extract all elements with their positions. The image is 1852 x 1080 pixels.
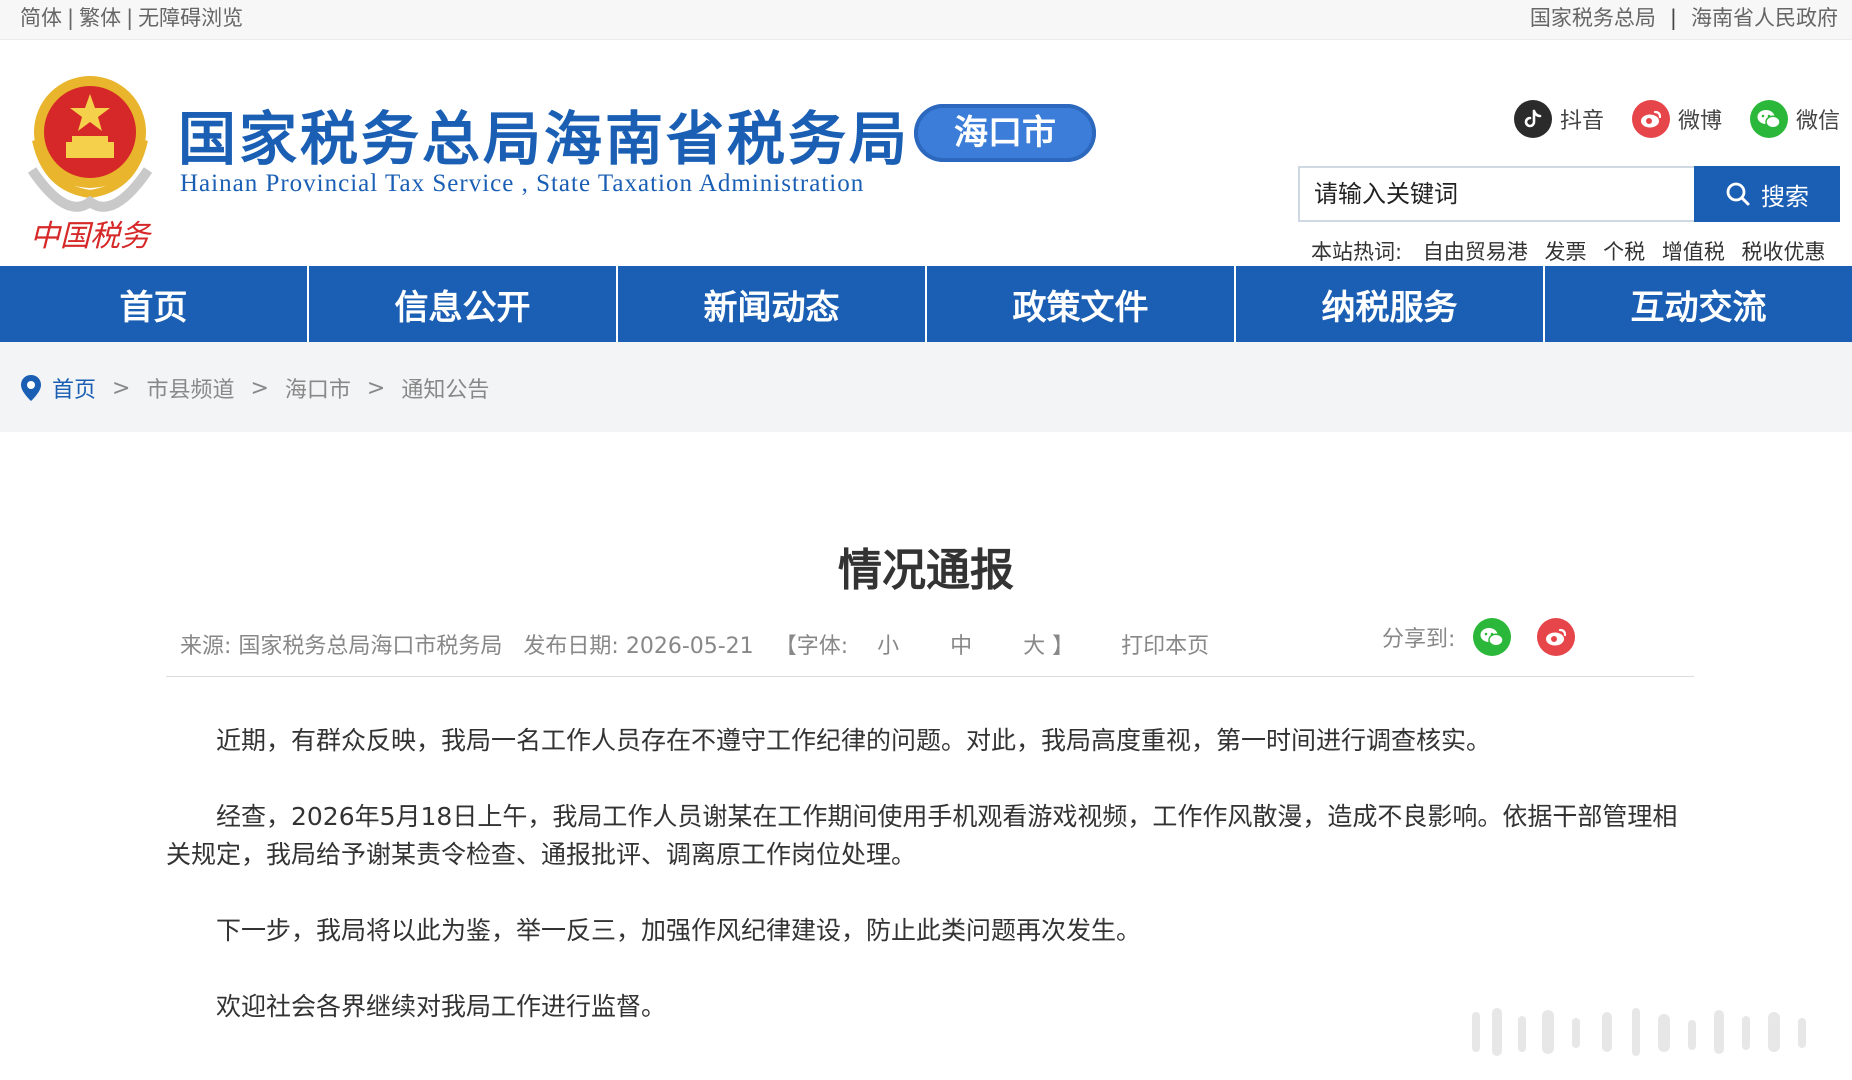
watermark-logo <box>1472 1008 1806 1056</box>
nav-info-disclosure[interactable]: 信息公开 <box>309 266 618 342</box>
douyin-label: 抖音 <box>1560 109 1605 134</box>
hotword-iit[interactable]: 个税 <box>1603 240 1645 264</box>
article-date: 发布日期: 2026-05-21 <box>523 634 754 659</box>
hotword-ftp[interactable]: 自由贸易港 <box>1423 240 1528 264</box>
city-badge: 海口市 <box>914 104 1096 162</box>
breadcrumb-haikou[interactable]: 海口市 <box>285 372 351 404</box>
breadcrumb-city-channel[interactable]: 市县频道 <box>146 372 234 404</box>
font-size-small-button[interactable]: 小 <box>877 634 899 659</box>
separator: | <box>67 6 75 30</box>
breadcrumb-home[interactable]: 首页 <box>52 372 96 404</box>
share-weibo-icon[interactable] <box>1537 618 1576 656</box>
breadcrumb-separator: > <box>366 375 386 401</box>
weibo-label: 微博 <box>1678 109 1723 134</box>
meta-divider <box>166 676 1694 677</box>
font-size-label-close: 】 <box>1052 634 1075 659</box>
nav-news[interactable]: 新闻动态 <box>618 266 927 342</box>
font-size-medium-button[interactable]: 中 <box>950 634 972 659</box>
location-pin-icon <box>21 375 41 401</box>
douyin-link[interactable]: 抖音 <box>1514 98 1604 140</box>
font-size-label-open: 【字体: <box>774 634 849 659</box>
nav-interaction[interactable]: 互动交流 <box>1545 266 1852 342</box>
breadcrumb-bar: 首页 > 市县频道 > 海口市 > 通知公告 <box>0 342 1852 432</box>
site-title[interactable]: 国家税务总局海南省税务局 <box>178 92 910 176</box>
site-subtitle-en: Hainan Provincial Tax Service , State Ta… <box>180 170 865 197</box>
search-icon <box>1726 182 1750 206</box>
share-wechat-icon[interactable] <box>1473 618 1512 656</box>
weibo-icon <box>1632 100 1670 138</box>
site-header: 中国税务 国家税务总局海南省税务局 Hainan Provincial Tax … <box>0 40 1852 266</box>
nav-taxpayer-services[interactable]: 纳税服务 <box>1236 266 1545 342</box>
article-source: 来源: 国家税务总局海口市税务局 <box>180 634 503 659</box>
separator: | <box>1669 6 1677 30</box>
hainan-government-link[interactable]: 海南省人民政府 <box>1691 6 1838 30</box>
accessible-browsing-link[interactable]: 无障碍浏览 <box>138 6 243 30</box>
simplified-chinese-link[interactable]: 简体 <box>20 6 62 30</box>
state-tax-admin-link[interactable]: 国家税务总局 <box>1530 6 1656 30</box>
print-page-button[interactable]: 打印本页 <box>1121 634 1209 659</box>
share-label: 分享到: <box>1382 627 1456 652</box>
font-size-large-button[interactable]: 大 <box>1023 634 1045 659</box>
wechat-label: 微信 <box>1796 109 1841 134</box>
language-switcher: 简体 | 繁体 | 无障碍浏览 <box>20 2 243 32</box>
wechat-icon <box>1750 100 1788 138</box>
hotword-tax-incentives[interactable]: 税收优惠 <box>1742 240 1826 264</box>
search-button-label: 搜索 <box>1761 182 1809 211</box>
national-emblem-icon[interactable]: 中国税务 <box>26 70 154 255</box>
breadcrumb-separator: > <box>112 375 131 401</box>
external-links: 国家税务总局 | 海南省人民政府 <box>1530 2 1838 32</box>
article-paragraph: 下一步，我局将以此为鉴，举一反三，加强作风纪律建设，防止此类问题再次发生。 <box>216 916 1142 945</box>
hotword-vat[interactable]: 增值税 <box>1662 240 1725 264</box>
article-paragraph: 经查，2026年5月18日上午，我局工作人员谢某在工作期间使用手机观看游戏视频，… <box>166 802 1678 869</box>
main-nav: 首页 信息公开 新闻动态 政策文件 纳税服务 互动交流 <box>0 266 1852 342</box>
search-input[interactable] <box>1300 168 1692 220</box>
separator: | <box>126 6 134 30</box>
emblem-caption: 中国税务 <box>30 219 153 254</box>
breadcrumb-notices[interactable]: 通知公告 <box>401 372 489 404</box>
douyin-icon <box>1514 100 1552 138</box>
article-meta: 来源: 国家税务总局海口市税务局 发布日期: 2026-05-21 【字体: 小… <box>180 628 1209 660</box>
breadcrumb-separator: > <box>250 375 269 401</box>
search-button[interactable]: 搜索 <box>1694 166 1840 222</box>
traditional-chinese-link[interactable]: 繁体 <box>79 6 121 30</box>
hot-keywords: 本站热词: 自由贸易港 发票 个税 增值税 税收优惠 <box>1311 236 1836 266</box>
wechat-link[interactable]: 微信 <box>1750 98 1840 140</box>
search-box: 搜索 <box>1298 166 1840 222</box>
article-title: 情况通报 <box>838 545 1014 596</box>
hot-keywords-label: 本站热词: <box>1311 240 1403 264</box>
hotword-invoice[interactable]: 发票 <box>1544 240 1586 264</box>
breadcrumb: 首页 > 市县频道 > 海口市 > 通知公告 <box>20 372 489 404</box>
nav-home[interactable]: 首页 <box>0 266 309 342</box>
nav-policy-documents[interactable]: 政策文件 <box>927 266 1236 342</box>
top-utility-bar: 简体 | 繁体 | 无障碍浏览 国家税务总局 | 海南省人民政府 <box>0 0 1852 40</box>
share-bar: 分享到: <box>1382 618 1576 656</box>
article-paragraph: 近期，有群众反映，我局一名工作人员存在不遵守工作纪律的问题。对此，我局高度重视，… <box>216 726 1492 755</box>
weibo-link[interactable]: 微博 <box>1632 98 1722 140</box>
